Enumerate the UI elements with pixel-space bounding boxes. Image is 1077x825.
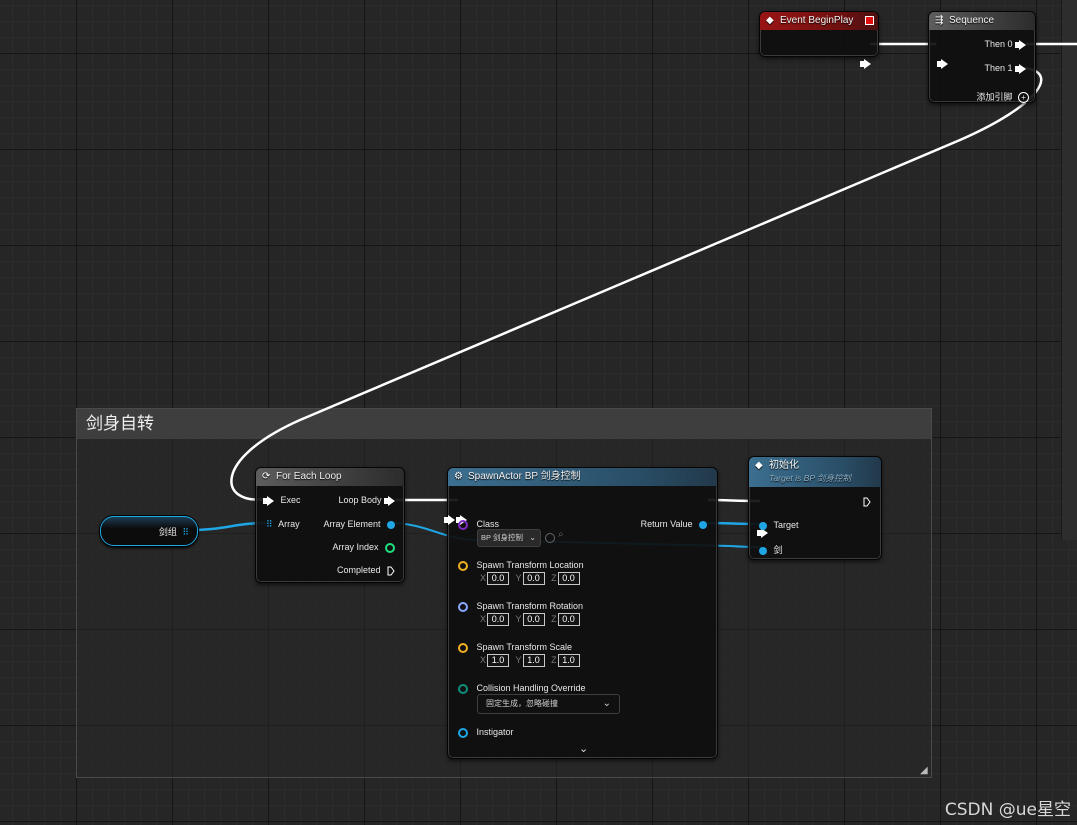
scale-x-axis: X <box>480 654 487 665</box>
location-pin[interactable] <box>458 560 468 571</box>
scale-x-field[interactable]: 1.0 <box>487 654 510 667</box>
rotation-z-field[interactable]: 0.0 <box>557 613 580 626</box>
function-icon: ◆ <box>755 460 763 471</box>
watermark: CSDN @ue星空 <box>944 800 1071 820</box>
array-element-label: Array Element <box>323 519 381 529</box>
location-z-axis: Z <box>551 572 557 583</box>
event-beginplay-title: Event BeginPlay <box>780 15 854 26</box>
add-pin-button[interactable]: 添加引脚 + <box>976 90 1029 103</box>
array-variable-node[interactable]: 剑组 ⠿ <box>100 516 198 546</box>
target-label: Target <box>773 520 799 530</box>
collision-select-value: 固定生成，忽略碰撞 <box>486 699 558 708</box>
sequence-title: Sequence <box>949 15 995 26</box>
then0-label: Then 0 <box>984 39 1013 49</box>
array-pin-icon[interactable]: ⠿ <box>266 519 273 529</box>
return-value-pin[interactable] <box>699 520 707 529</box>
spawn-actor-node[interactable]: ⚙ SpawnActor BP 剑身控制 Class BP 剑身控制 ⌄ ⌕ R… <box>443 467 718 759</box>
array-label: Array <box>278 519 300 529</box>
scale-y-axis: Y <box>515 654 522 665</box>
init-function-node[interactable]: ◆ 初始化 Target is BP 剑身控制 Target 剑 <box>748 456 882 560</box>
scale-y-field[interactable]: 1.0 <box>522 654 545 667</box>
event-flag-icon <box>865 16 874 25</box>
collision-chevron-icon: ⌄ <box>602 698 611 709</box>
for-each-title: For Each Loop <box>276 471 342 482</box>
array-grid-icon[interactable]: ⠿ <box>182 527 189 537</box>
location-y-field[interactable]: 0.0 <box>522 572 545 585</box>
expand-chevron-icon[interactable]: ⌄ <box>579 742 588 755</box>
location-x-field[interactable]: 0.0 <box>487 572 510 585</box>
scale-pin[interactable] <box>458 642 468 653</box>
scale-z-axis: Z <box>551 654 557 665</box>
collision-label: Collision Handling Override <box>476 683 586 693</box>
scale-label: Spawn Transform Scale <box>476 642 573 652</box>
beginplay-exec-out-pin[interactable] <box>860 58 871 69</box>
completed-label: Completed <box>336 565 381 575</box>
array-index-label: Array Index <box>332 542 379 552</box>
add-pin-label: 添加引脚 <box>976 92 1013 102</box>
then0-exec-pin[interactable] <box>1015 39 1026 50</box>
class-label: Class <box>476 519 500 529</box>
chevron-down-icon: ⌄ <box>529 533 536 542</box>
loop-icon: ⟳ <box>262 471 271 482</box>
class-select-value: BP 剑身控制 <box>481 533 523 542</box>
collision-select[interactable]: 固定生成，忽略碰撞 ⌄ <box>477 694 620 714</box>
location-x-axis: X <box>480 572 487 583</box>
init-subtitle: Target is BP 剑身控制 <box>769 473 852 483</box>
instigator-label: Instigator <box>476 727 514 737</box>
sword-label: 剑 <box>773 545 783 555</box>
location-y-axis: Y <box>515 572 522 583</box>
sequence-node[interactable]: ⇶ Sequence Then 0 Then 1 添加引脚 + <box>928 11 1036 103</box>
sequence-exec-in-pin[interactable] <box>937 58 948 69</box>
rotation-x-field[interactable]: 0.0 <box>487 613 510 626</box>
spawn-actor-title: SpawnActor BP 剑身控制 <box>468 471 581 482</box>
instigator-pin[interactable] <box>458 727 468 738</box>
location-label: Spawn Transform Location <box>476 560 584 570</box>
sequence-icon: ⇶ <box>935 15 944 26</box>
loop-body-exec-pin[interactable] <box>384 495 395 506</box>
event-beginplay-node[interactable]: ◆ Event BeginPlay <box>759 11 879 69</box>
rotation-y-axis: Y <box>515 613 522 624</box>
spawn-exec-out-pin[interactable] <box>443 514 455 525</box>
foreach-exec-in-pin[interactable] <box>263 495 274 506</box>
class-pin[interactable] <box>458 519 468 530</box>
search-icon[interactable]: ⌕ <box>558 529 564 540</box>
array-index-pin[interactable] <box>385 542 395 553</box>
target-pin[interactable] <box>759 521 767 530</box>
completed-exec-pin[interactable] <box>387 566 395 576</box>
collision-pin[interactable] <box>458 683 468 694</box>
rotation-y-field[interactable]: 0.0 <box>522 613 545 626</box>
exec-label: Exec <box>280 495 301 505</box>
browse-icon[interactable] <box>545 533 555 543</box>
return-value-label: Return Value <box>640 519 693 529</box>
init-exec-out-pin[interactable] <box>863 497 871 507</box>
loop-body-label: Loop Body <box>338 495 382 505</box>
array-element-pin[interactable] <box>387 520 395 529</box>
wire-then1-foreach <box>230 66 1043 501</box>
rotation-pin[interactable] <box>458 601 468 612</box>
rotation-label: Spawn Transform Rotation <box>476 601 584 611</box>
rotation-z-axis: Z <box>551 613 557 624</box>
then1-exec-pin[interactable] <box>1015 63 1026 74</box>
add-circle-icon: + <box>1018 92 1029 103</box>
array-variable-label: 剑组 <box>158 527 177 537</box>
event-diamond-icon: ◆ <box>766 15 774 26</box>
rotation-x-axis: X <box>480 613 487 624</box>
sword-pin[interactable] <box>759 546 767 555</box>
scale-z-field[interactable]: 1.0 <box>557 654 580 667</box>
spawn-actor-icon: ⚙ <box>454 471 463 482</box>
location-z-field[interactable]: 0.0 <box>557 572 580 585</box>
then1-label: Then 1 <box>984 63 1013 73</box>
for-each-loop-node[interactable]: ⟳ For Each Loop Exec ⠿ Array Loop Body A… <box>255 467 405 583</box>
class-select[interactable]: BP 剑身控制 ⌄ <box>477 529 541 547</box>
